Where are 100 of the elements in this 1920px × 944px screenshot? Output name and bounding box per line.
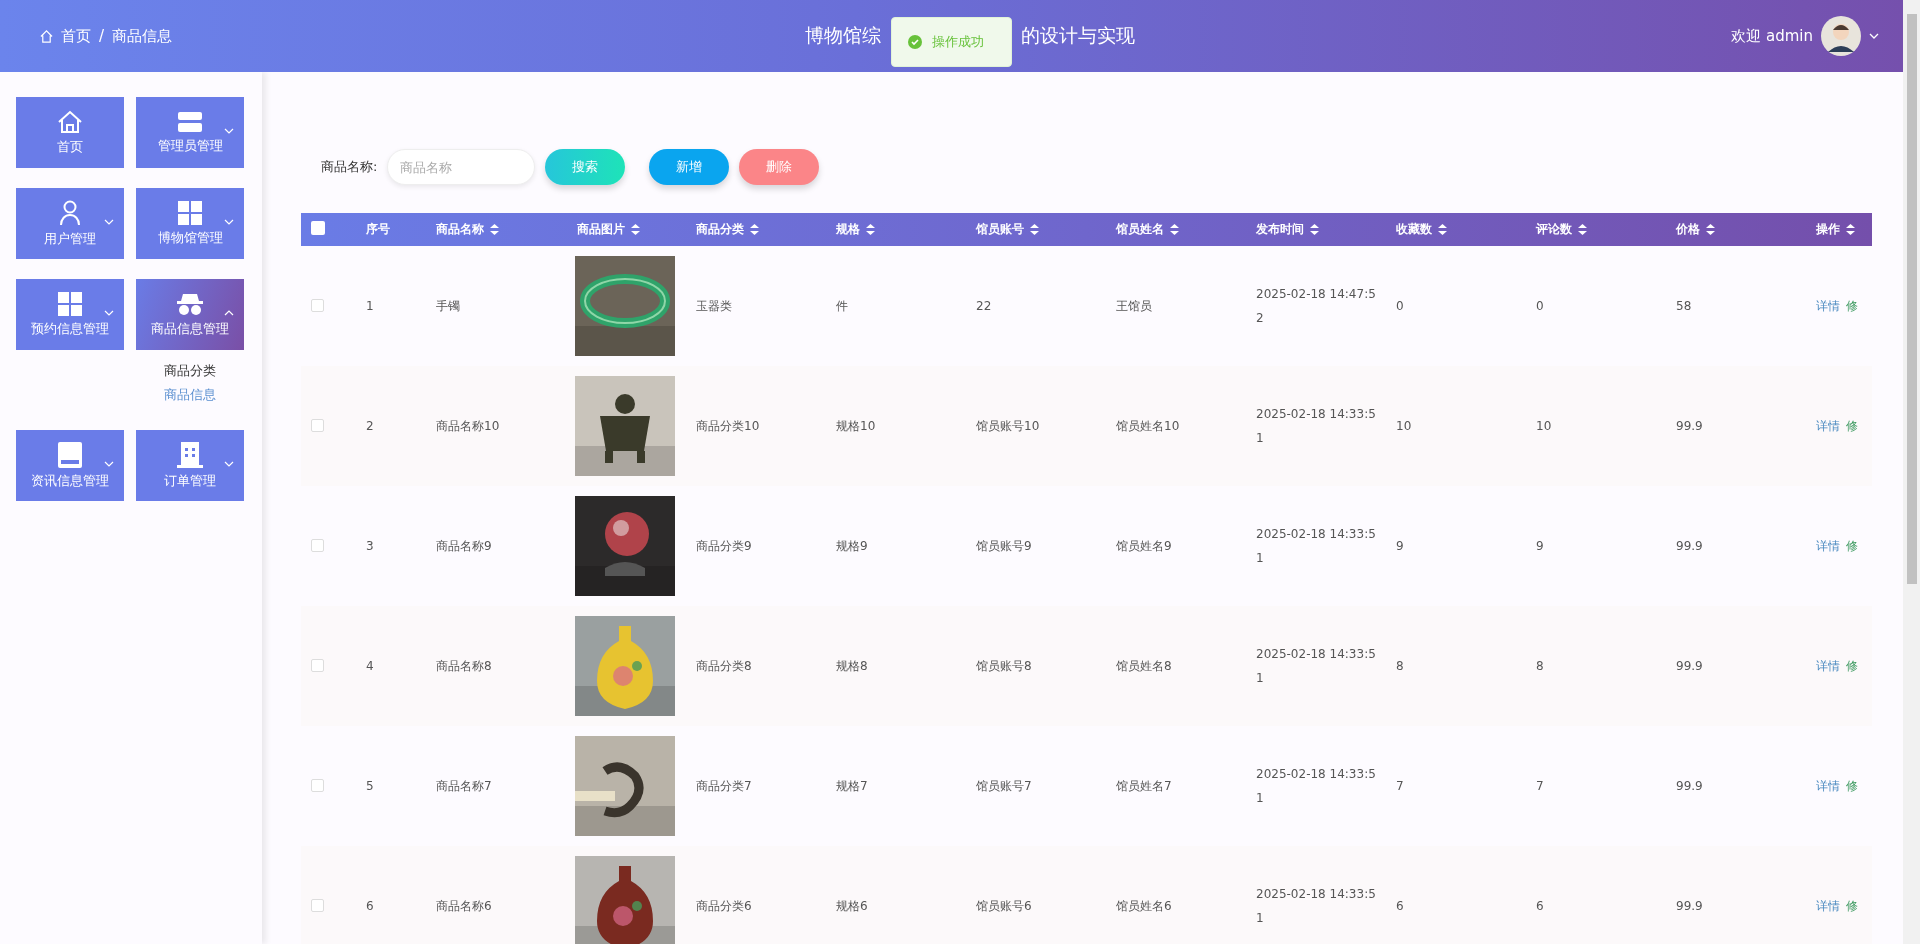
table-cell-text: 0 <box>1395 298 1405 315</box>
sort-icon <box>1030 224 1039 235</box>
menu-tile[interactable]: 预约信息管理 <box>16 279 124 350</box>
table-cell-text: 规格7 <box>835 778 869 795</box>
breadcrumb-separator: / <box>99 27 105 45</box>
row-checkbox[interactable] <box>311 298 324 312</box>
edit-link[interactable]: 修 <box>1846 777 1858 795</box>
table-cell-text: 5 <box>365 778 375 795</box>
menu-tile[interactable]: 用户管理 <box>16 188 124 259</box>
avatar[interactable] <box>1821 16 1861 56</box>
details-link[interactable]: 详情 <box>1816 417 1840 435</box>
table-cell-text: 馆员姓名7 <box>1115 778 1173 795</box>
column-header[interactable]: 商品图片 <box>565 221 684 238</box>
row-checkbox[interactable] <box>311 778 324 792</box>
column-header[interactable]: 商品名称 <box>424 221 565 238</box>
caret-icon[interactable] <box>1869 32 1879 40</box>
home-icon <box>40 29 53 43</box>
table-cell-text: 商品名称10 <box>435 418 501 435</box>
welcome-text: 欢迎 admin <box>1731 26 1813 46</box>
table-cell-text: 3 <box>365 538 375 555</box>
details-link[interactable]: 详情 <box>1816 777 1840 795</box>
sort-icon <box>490 224 499 235</box>
add-button[interactable]: 新增 <box>649 149 730 185</box>
table-cell-text: 馆员账号6 <box>975 898 1033 915</box>
table-cell-text: 馆员账号8 <box>975 658 1033 675</box>
menu-tile[interactable]: 博物馆管理 <box>136 188 244 259</box>
sort-icon <box>631 224 640 235</box>
column-header[interactable]: 收藏数 <box>1384 221 1524 238</box>
column-header[interactable]: 操作 <box>1804 221 1872 238</box>
menu-tile[interactable]: 管理员管理 <box>136 97 244 168</box>
building-icon <box>177 441 203 468</box>
table-cell-text: 商品分类6 <box>695 898 753 915</box>
user-icon <box>59 199 81 226</box>
table-cell-text: 馆员姓名9 <box>1115 538 1173 555</box>
breadcrumb-item[interactable]: 首页 <box>61 26 91 46</box>
table-cell-text: 7 <box>1395 778 1405 795</box>
menu-tile[interactable]: 商品信息管理 <box>136 279 244 350</box>
row-checkbox[interactable] <box>311 658 324 672</box>
table-cell-text: 2025-02-18 14:33:51 <box>1255 406 1377 447</box>
row-checkbox[interactable] <box>311 538 324 552</box>
table-cell-text: 99.9 <box>1675 778 1704 795</box>
delete-button[interactable]: 删除 <box>739 149 820 185</box>
table-cell-text: 7 <box>1535 778 1545 795</box>
edit-link[interactable]: 修 <box>1846 417 1858 435</box>
row-checkbox[interactable] <box>311 898 324 912</box>
table-cell-text: 2 <box>365 418 375 435</box>
breadcrumb-item: 商品信息 <box>112 26 173 46</box>
table-cell-text: 规格9 <box>835 538 869 555</box>
grid-icon <box>178 200 202 225</box>
sort-icon <box>1310 224 1319 235</box>
table-cell-text: 9 <box>1535 538 1545 555</box>
sort-icon <box>750 224 759 235</box>
details-link[interactable]: 详情 <box>1816 297 1840 315</box>
check-circle-icon <box>908 35 922 49</box>
column-header[interactable]: 商品分类 <box>684 221 824 238</box>
table-cell-text: 商品名称7 <box>435 778 493 795</box>
table-cell-text: 馆员姓名10 <box>1115 418 1181 435</box>
column-header[interactable]: 价格 <box>1664 221 1804 238</box>
sort-icon <box>1846 224 1855 235</box>
select-all-checkbox[interactable] <box>311 221 325 235</box>
submenu-item[interactable]: 商品分类 <box>164 362 216 380</box>
table-cell-text: 99.9 <box>1675 658 1704 675</box>
table-cell-text: 商品分类9 <box>695 538 753 555</box>
search-button[interactable]: 搜索 <box>545 149 626 185</box>
table-cell-text: 2025-02-18 14:33:51 <box>1255 646 1377 687</box>
sort-icon <box>866 224 875 235</box>
table-cell-text: 6 <box>1395 898 1405 915</box>
submenu-item[interactable]: 商品信息 <box>164 386 216 404</box>
menu-tile[interactable]: 订单管理 <box>136 430 244 501</box>
table-cell-text: 2025-02-18 14:33:51 <box>1255 886 1377 927</box>
table-cell-text: 商品名称8 <box>435 658 493 675</box>
details-link[interactable]: 详情 <box>1816 537 1840 555</box>
row-checkbox[interactable] <box>311 418 324 432</box>
search-field[interactable]: 商品名称 <box>387 149 536 185</box>
spy-icon <box>176 291 204 316</box>
site-title: 的设计与实现 <box>1020 23 1135 48</box>
column-header[interactable]: 序号 <box>354 221 424 238</box>
table-cell-text: 2025-02-18 14:33:51 <box>1255 766 1377 807</box>
details-link[interactable]: 详情 <box>1816 657 1840 675</box>
edit-link[interactable]: 修 <box>1846 897 1858 915</box>
menu-tile[interactable]: 首页 <box>16 97 124 168</box>
menu-tile[interactable]: 资讯信息管理 <box>16 430 124 501</box>
site-title: 博物馆综 <box>804 23 881 48</box>
table-cell-text: 6 <box>1535 898 1545 915</box>
edit-link[interactable]: 修 <box>1846 657 1858 675</box>
table-cell-text: 馆员姓名6 <box>1115 898 1173 915</box>
column-header[interactable]: 规格 <box>824 221 964 238</box>
table-cell-text: 58 <box>1675 298 1693 315</box>
edit-link[interactable]: 修 <box>1846 297 1858 315</box>
column-header[interactable]: 发布时间 <box>1244 221 1384 238</box>
table-cell-text: 规格6 <box>835 898 869 915</box>
edit-link[interactable]: 修 <box>1846 537 1858 555</box>
table-cell-text: 10 <box>1395 418 1413 435</box>
table-cell-text: 22 <box>975 298 993 315</box>
column-header[interactable]: 馆员姓名 <box>1104 221 1244 238</box>
table-cell-text: 99.9 <box>1675 418 1704 435</box>
column-header[interactable]: 评论数 <box>1524 221 1664 238</box>
details-link[interactable]: 详情 <box>1816 897 1840 915</box>
table-cell-text: 件 <box>835 298 849 315</box>
column-header[interactable]: 馆员账号 <box>964 221 1104 238</box>
